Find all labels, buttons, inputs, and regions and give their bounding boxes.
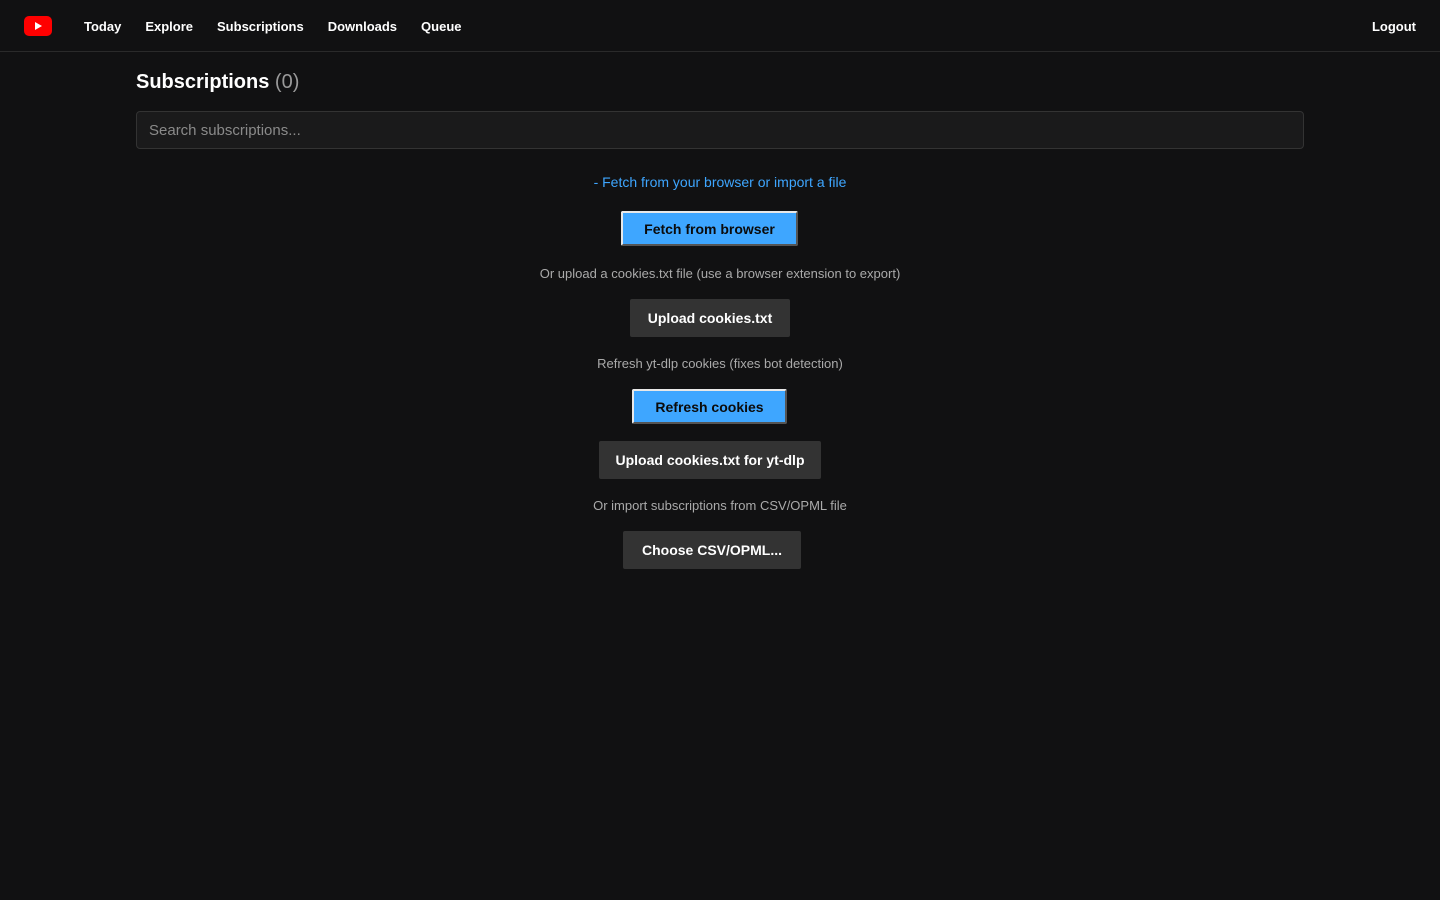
- top-navigation-bar: Today Explore Subscriptions Downloads Qu…: [0, 0, 1440, 52]
- choose-csv-opml-button[interactable]: Choose CSV/OPML...: [623, 531, 801, 569]
- nav-item-explore[interactable]: Explore: [145, 19, 193, 34]
- search-subscriptions-input[interactable]: [136, 111, 1304, 149]
- refresh-cookies-button[interactable]: Refresh cookies: [632, 389, 787, 424]
- fetch-or-import-link[interactable]: - Fetch from your browser or import a fi…: [0, 174, 1440, 190]
- page-title: Subscriptions (0): [136, 71, 299, 94]
- fetch-from-browser-button[interactable]: Fetch from browser: [621, 211, 798, 246]
- refresh-cookies-hint: Refresh yt-dlp cookies (fixes bot detect…: [597, 356, 843, 371]
- nav-item-downloads[interactable]: Downloads: [328, 19, 397, 34]
- upload-cookies-button[interactable]: Upload cookies.txt: [630, 299, 790, 337]
- logout-button[interactable]: Logout: [1372, 0, 1416, 52]
- upload-cookies-ytdlp-button[interactable]: Upload cookies.txt for yt-dlp: [599, 441, 821, 479]
- nav-item-today[interactable]: Today: [84, 19, 121, 34]
- subscription-count: (0): [274, 71, 300, 93]
- csv-import-hint: Or import subscriptions from CSV/OPML fi…: [593, 498, 847, 513]
- page-title-text: Subscriptions: [136, 71, 270, 93]
- nav-item-subscriptions[interactable]: Subscriptions: [217, 19, 304, 34]
- nav-item-queue[interactable]: Queue: [421, 19, 461, 34]
- main-nav: Today Explore Subscriptions Downloads Qu…: [84, 0, 462, 52]
- youtube-logo-icon[interactable]: [24, 16, 52, 36]
- upload-cookies-hint: Or upload a cookies.txt file (use a brow…: [539, 266, 901, 281]
